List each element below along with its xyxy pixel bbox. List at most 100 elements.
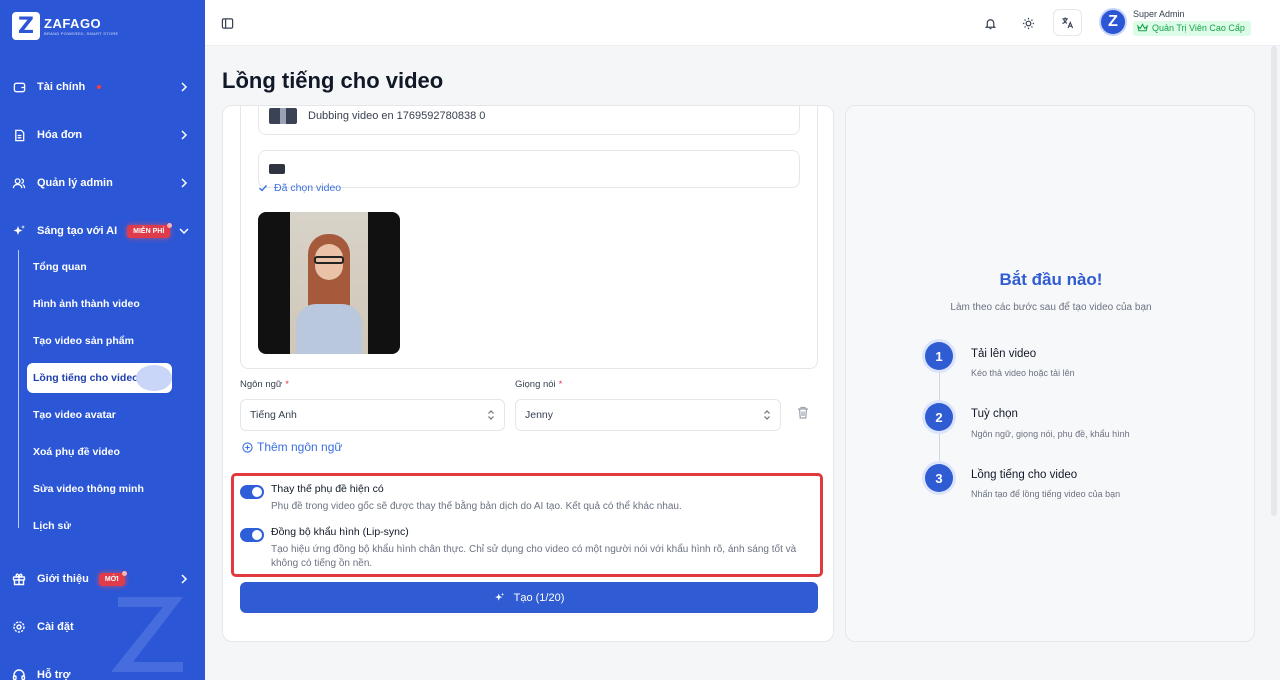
video-thumbnail [269, 164, 285, 174]
lip-sync-description-line2: không có tiếng ồn nền. [271, 558, 373, 569]
submenu-item-avatar-video[interactable]: Tạo video avatar [27, 400, 172, 430]
trash-icon[interactable] [797, 406, 809, 419]
sidebar-item-settings[interactable]: Cài đặt [0, 609, 205, 645]
new-badge: MỚI [98, 570, 127, 586]
language-label: Ngôn ngữ * [240, 379, 289, 390]
user-name: Super Admin [1133, 9, 1185, 19]
sidebar-item-admin[interactable]: Quản lý admin [0, 165, 205, 201]
sidebar-item-label: Hỗ trợ [37, 669, 71, 680]
video-list-item[interactable]: Dubbing video en 1769592780838 0 [258, 106, 800, 135]
chevron-right-icon [181, 130, 188, 140]
language-value: Tiếng Anh [250, 409, 297, 421]
headset-icon [12, 668, 26, 680]
add-language-label: Thêm ngôn ngữ [257, 440, 343, 454]
video-selected-indicator: Đã chọn video [258, 182, 341, 194]
step-2-description: Ngôn ngữ, giọng nói, phụ đề, khẩu hình [971, 429, 1130, 439]
replace-subtitles-toggle[interactable] [240, 485, 264, 499]
submenu-item-smart-edit[interactable]: Sửa video thông minh [27, 474, 172, 504]
video-preview[interactable] [258, 212, 400, 354]
lip-sync-toggle[interactable] [240, 528, 264, 542]
brand-name: ZAFAGO [44, 16, 102, 31]
sidebar-item-label: Cài đặt [37, 621, 74, 633]
dubbing-form-card: Dubbing video en 1769592780838 0 Đã chọn… [222, 105, 834, 642]
logo[interactable]: Z ZAFAGO BRAND POWERED, SMART STORE [12, 12, 118, 40]
notification-dot [97, 85, 102, 89]
topbar: Z Super Admin Quản Trị Viên Cao Cấp [205, 0, 1280, 46]
submenu-item-history[interactable]: Lịch sử [27, 511, 172, 541]
invoice-icon [12, 128, 26, 142]
gift-icon [12, 572, 26, 586]
voice-select[interactable]: Jenny [515, 399, 781, 431]
video-selected-label: Đã chọn video [274, 182, 342, 194]
sidebar-toggle-icon[interactable] [216, 12, 238, 34]
language-select[interactable]: Tiếng Anh [240, 399, 505, 431]
chevron-updown-icon [764, 410, 770, 420]
logo-mark-icon: Z [12, 12, 40, 40]
user-role-text: Quản Trị Viên Cao Cấp [1152, 23, 1245, 33]
step-3-description: Nhấn tạo để lồng tiếng video của bạn [971, 489, 1121, 499]
avatar[interactable]: Z [1099, 8, 1127, 36]
free-badge: MIỄN PHÍ [127, 222, 173, 238]
plus-circle-icon [242, 441, 253, 453]
brand-tagline: BRAND POWERED, SMART STORE [44, 31, 119, 36]
create-button[interactable]: Tạo (1/20) [240, 582, 818, 613]
replace-subtitles-title: Thay thế phụ đề hiện có [271, 483, 384, 495]
sidebar-item-label: Tài chính [37, 81, 86, 93]
voice-label: Giọng nói * [515, 379, 563, 390]
guide-subtitle: Làm theo các bước sau để tạo video của b… [950, 302, 1152, 313]
voice-value: Jenny [525, 409, 554, 421]
add-language-button[interactable]: Thêm ngôn ngữ [242, 440, 342, 454]
guide-title: Bắt đầu nào! [999, 270, 1103, 289]
user-role-badge: Quản Trị Viên Cao Cấp [1133, 21, 1251, 36]
step-connector [939, 431, 940, 461]
video-thumbnail [269, 108, 297, 124]
sidebar-item-finance[interactable]: Tài chính [0, 69, 205, 105]
submenu-item-image-to-video[interactable]: Hình ảnh thành video [27, 289, 172, 319]
step-3-title: Lồng tiếng cho video [971, 469, 1078, 481]
chevron-updown-icon [488, 410, 494, 420]
users-icon [12, 176, 26, 190]
replace-subtitles-description: Phụ đề trong video gốc sẽ được thay thế … [271, 501, 682, 512]
create-button-label: Tạo (1/20) [513, 591, 565, 604]
step-2-number: 2 [925, 403, 953, 431]
crown-icon [1137, 23, 1148, 32]
sidebar: Z ZAFAGO BRAND POWERED, SMART STORE Tài … [0, 0, 205, 680]
options-panel: Thay thế phụ đề hiện có Phụ đề trong vid… [231, 473, 823, 577]
check-icon [259, 185, 268, 192]
gear-icon [12, 620, 26, 634]
step-1-title: Tải lên video [971, 348, 1037, 360]
submenu-item-product-video[interactable]: Tạo video sản phẩm [27, 326, 172, 356]
sun-icon[interactable] [1017, 12, 1039, 34]
wallet-icon [12, 80, 26, 94]
translate-icon[interactable] [1053, 9, 1082, 36]
page-title: Lồng tiếng cho video [222, 68, 444, 93]
sidebar-item-label: Hóa đơn [37, 129, 83, 141]
submenu-item-remove-subtitles[interactable]: Xoá phụ đề video [27, 437, 172, 467]
step-1-description: Kéo thả video hoặc tải lên [971, 368, 1075, 378]
step-2-title: Tuỳ chọn [971, 408, 1018, 420]
chevron-right-icon [181, 82, 188, 92]
sidebar-item-ai-creation[interactable]: Sáng tạo với AI MIỄN PHÍ [0, 213, 205, 249]
sparkles-icon [494, 592, 504, 601]
step-connector [939, 370, 940, 400]
sidebar-item-support[interactable]: Hỗ trợ [0, 657, 205, 680]
step-1-number: 1 [925, 342, 953, 370]
submenu-item-overview[interactable]: Tổng quan [27, 252, 172, 282]
video-frame-image [290, 212, 368, 354]
sidebar-item-label: Sáng tạo với AI [37, 225, 118, 237]
video-name: Dubbing video en 1769592780838 0 [308, 110, 486, 122]
sidebar-item-invoices[interactable]: Hóa đơn [0, 117, 205, 153]
lip-sync-description-line1: Tạo hiệu ứng đồng bộ khẩu hình chân thực… [271, 544, 797, 555]
sidebar-item-label: Quản lý admin [37, 177, 113, 189]
sidebar-item-label: Giới thiệu [37, 573, 89, 585]
chevron-down-icon [179, 228, 189, 235]
sparkles-icon [12, 224, 26, 238]
bell-icon[interactable] [979, 12, 1001, 34]
chevron-right-icon [181, 574, 188, 584]
submenu-item-dubbing[interactable]: Lồng tiếng cho video [27, 363, 172, 393]
page-scrollbar[interactable] [1271, 46, 1277, 516]
step-3-number: 3 [925, 464, 953, 492]
guide-card: Bắt đầu nào! Làm theo các bước sau để tạ… [845, 105, 1255, 642]
chevron-right-icon [181, 178, 188, 188]
lip-sync-title: Đồng bộ khẩu hình (Lip-sync) [271, 526, 409, 538]
